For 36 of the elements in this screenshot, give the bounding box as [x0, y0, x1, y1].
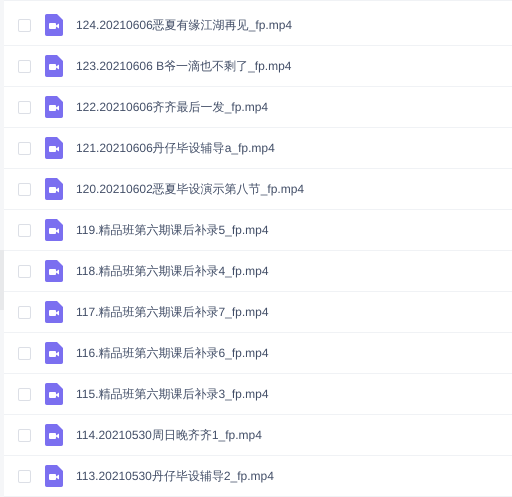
checkbox[interactable]: [18, 306, 31, 318]
video-file-icon: [45, 424, 63, 446]
checkbox[interactable]: [18, 346, 31, 360]
checkbox[interactable]: [18, 60, 31, 72]
video-file-icon: [45, 301, 63, 323]
file-name[interactable]: 117.精品班第六期课后补录7_fp.mp4: [76, 303, 268, 321]
file-name[interactable]: 123.20210606 B爷一滴也不剩了_fp.mp4: [76, 57, 292, 75]
video-file-icon: [45, 55, 63, 77]
file-name[interactable]: 113.20210530丹仔毕设辅导2_fp.mp4: [76, 467, 274, 485]
file-name[interactable]: 119.精品班第六期课后补录5_fp.mp4: [76, 221, 268, 239]
video-file-icon: [45, 219, 63, 241]
checkbox[interactable]: [18, 100, 31, 114]
file-name[interactable]: 124.20210606恶夏有缘江湖再见_fp.mp4: [76, 16, 292, 34]
video-file-icon: [45, 96, 63, 118]
checkbox[interactable]: [18, 182, 31, 196]
video-file-icon: [45, 465, 63, 487]
video-file-icon: [45, 383, 63, 405]
checkbox[interactable]: [18, 264, 31, 278]
video-file-icon: [45, 178, 63, 200]
file-name[interactable]: 122.20210606齐齐最后一发_fp.mp4: [76, 98, 268, 116]
checkbox[interactable]: [18, 224, 31, 236]
checkbox[interactable]: [18, 18, 31, 32]
checkbox[interactable]: [18, 388, 31, 400]
checkbox[interactable]: [18, 142, 31, 154]
checkbox[interactable]: [18, 470, 31, 482]
file-name[interactable]: 116.精品班第六期课后补录6_fp.mp4: [76, 344, 268, 362]
video-file-icon: [45, 14, 63, 36]
file-name[interactable]: 120.20210602恶夏毕设演示第八节_fp.mp4: [76, 180, 304, 198]
file-name[interactable]: 114.20210530周日晚齐齐1_fp.mp4: [76, 426, 262, 444]
file-name[interactable]: 118.精品班第六期课后补录4_fp.mp4: [76, 262, 268, 280]
video-file-icon: [45, 137, 63, 159]
file-name[interactable]: 121.20210606丹仔毕设辅导a_fp.mp4: [76, 139, 275, 157]
checkbox[interactable]: [18, 428, 31, 442]
video-file-icon: [45, 260, 63, 282]
file-name[interactable]: 115.精品班第六期课后补录3_fp.mp4: [76, 385, 268, 403]
video-file-icon: [45, 342, 63, 364]
